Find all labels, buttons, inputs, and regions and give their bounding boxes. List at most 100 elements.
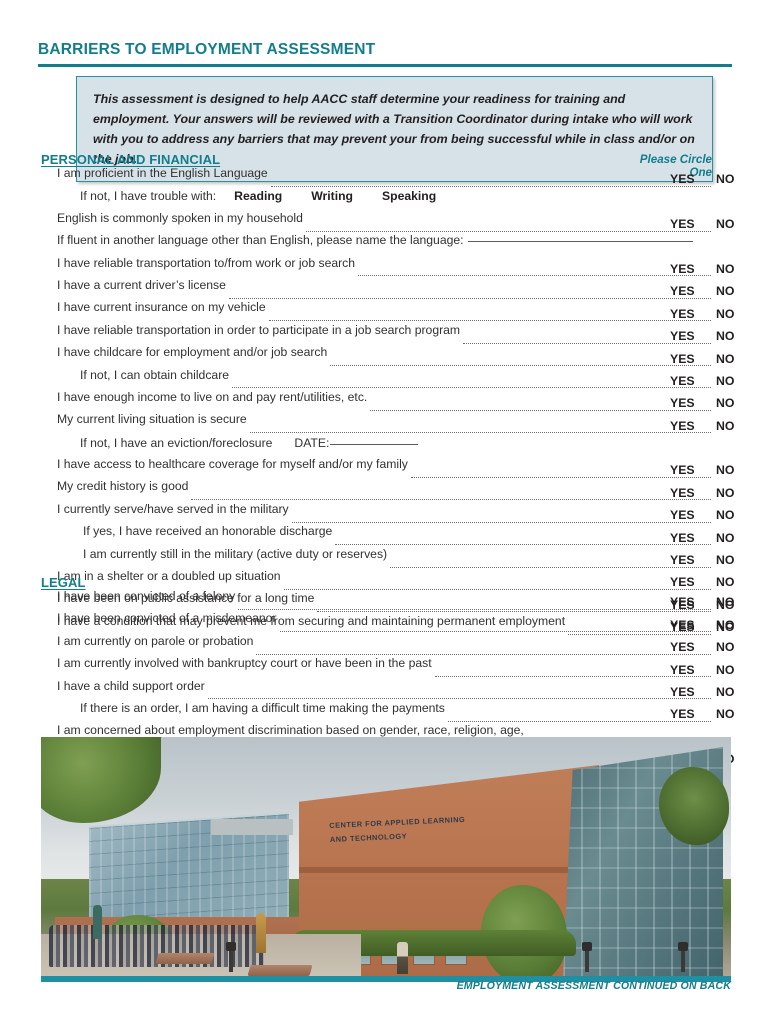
answer-no[interactable]: NO bbox=[716, 217, 756, 231]
question-text: I am concerned about employment discrimi… bbox=[57, 723, 524, 738]
answer-no[interactable]: NO bbox=[716, 508, 756, 522]
fill-in-blank-line[interactable] bbox=[330, 443, 419, 445]
dot-leader bbox=[207, 698, 711, 700]
answer-yes[interactable]: YES bbox=[670, 508, 716, 522]
section-heading-legal: LEGAL bbox=[41, 575, 86, 590]
dot-leader bbox=[305, 230, 711, 232]
section-heading-personal-and-financial: PERSONAL AND FINANCIAL bbox=[41, 152, 221, 167]
question-row: My current living situation is secure YES… bbox=[0, 412, 770, 435]
answer-no[interactable]: NO bbox=[716, 618, 756, 632]
photo-tree bbox=[659, 767, 729, 845]
answer-no[interactable]: NO bbox=[716, 575, 756, 589]
dot-leader bbox=[390, 566, 711, 568]
photo-sculpture bbox=[256, 913, 266, 953]
answer-yes[interactable]: YES bbox=[670, 486, 716, 500]
question-text: I am currently involved with bankruptcy … bbox=[57, 656, 432, 671]
photo-building-band bbox=[299, 867, 599, 873]
answer-no[interactable]: NO bbox=[716, 374, 756, 388]
answer-options: YESNO bbox=[670, 463, 770, 477]
answer-yes[interactable]: YES bbox=[670, 396, 716, 410]
choice-option[interactable]: Speaking bbox=[382, 189, 436, 203]
question-row: I am currently still in the military (ac… bbox=[0, 547, 770, 570]
answer-options: YESNO bbox=[670, 419, 770, 433]
question-text: If not, I have an eviction/foreclosure bbox=[80, 435, 273, 450]
question-row: I am currently involved with bankruptcy … bbox=[0, 656, 770, 679]
answer-no[interactable]: NO bbox=[716, 640, 756, 654]
dot-leader bbox=[330, 365, 711, 367]
answer-yes[interactable]: YES bbox=[670, 553, 716, 567]
answer-yes[interactable]: YES bbox=[670, 329, 716, 343]
question-list-personal-and-financial: I am proficient in the English Language Y… bbox=[0, 166, 770, 637]
answer-yes[interactable]: YES bbox=[670, 685, 716, 699]
question-text: I am currently on parole or probation bbox=[57, 633, 254, 648]
dot-leader bbox=[335, 544, 711, 546]
question-text: I have a current driver’s license bbox=[57, 277, 226, 292]
answer-no[interactable]: NO bbox=[716, 307, 756, 321]
photo-lamp-post bbox=[582, 942, 592, 972]
answer-no[interactable]: NO bbox=[716, 396, 756, 410]
question-row: If not, I have an eviction/foreclosure DA… bbox=[0, 436, 770, 458]
answer-no[interactable]: NO bbox=[716, 329, 756, 343]
dot-leader bbox=[358, 275, 711, 277]
answer-yes[interactable]: YES bbox=[670, 663, 716, 677]
photo-bench bbox=[155, 953, 215, 964]
answer-no[interactable]: NO bbox=[716, 486, 756, 500]
choice-option[interactable]: Reading bbox=[234, 189, 282, 203]
answer-no[interactable]: NO bbox=[716, 685, 756, 699]
answer-yes[interactable]: YES bbox=[670, 352, 716, 366]
photo-bench bbox=[247, 965, 313, 976]
answer-no[interactable]: NO bbox=[716, 284, 756, 298]
choice-option[interactable]: Writing bbox=[311, 189, 353, 203]
question-row: I have reliable transportation to/from w… bbox=[0, 255, 770, 279]
dot-leader bbox=[256, 653, 711, 655]
footer-continued-note: EMPLOYMENT ASSESSMENT CONTINUED ON BACK bbox=[456, 980, 731, 992]
answer-no[interactable]: NO bbox=[716, 419, 756, 433]
answer-options: YESNO bbox=[670, 374, 770, 388]
question-text: I am proficient in the English Language bbox=[57, 166, 268, 180]
answer-no[interactable]: NO bbox=[716, 352, 756, 366]
fill-in-blank-line[interactable] bbox=[467, 241, 693, 243]
question-text: I have current insurance on my vehicle bbox=[57, 300, 266, 315]
answer-yes[interactable]: YES bbox=[670, 595, 716, 609]
dot-leader bbox=[439, 208, 711, 209]
answer-options: YESNO bbox=[670, 486, 770, 500]
answer-yes[interactable]: YES bbox=[670, 284, 716, 298]
answer-no[interactable]: NO bbox=[716, 531, 756, 545]
answer-no[interactable]: NO bbox=[716, 707, 756, 721]
answer-no[interactable]: NO bbox=[716, 553, 756, 567]
dot-leader bbox=[228, 297, 711, 299]
question-row: I have access to healthcare coverage for… bbox=[0, 457, 770, 480]
question-text: I am in a shelter or a doubled up situat… bbox=[57, 569, 281, 584]
answer-options: YESNO bbox=[670, 508, 770, 522]
answer-yes[interactable]: YES bbox=[670, 640, 716, 654]
dot-leader bbox=[370, 409, 711, 411]
question-row: I have been convicted of a felony YES NO bbox=[0, 589, 770, 612]
answer-yes[interactable]: YES bbox=[670, 374, 716, 388]
question-text: I have reliable transportation in order … bbox=[57, 322, 461, 337]
answer-no[interactable]: NO bbox=[716, 463, 756, 477]
answer-yes[interactable]: YES bbox=[670, 618, 716, 632]
answer-no[interactable]: NO bbox=[716, 663, 756, 677]
dot-leader bbox=[270, 185, 711, 187]
question-text: I have reliable transportation to/from w… bbox=[57, 255, 356, 270]
answer-yes[interactable]: YES bbox=[670, 262, 716, 276]
answer-options: YESNO bbox=[670, 217, 770, 231]
answer-yes[interactable]: YES bbox=[670, 463, 716, 477]
dot-leader bbox=[421, 455, 711, 456]
answer-no[interactable]: NO bbox=[716, 595, 756, 609]
answer-yes[interactable]: YES bbox=[670, 217, 716, 231]
question-row: I am currently on parole or probation YES… bbox=[0, 633, 770, 657]
answer-no[interactable]: NO bbox=[716, 262, 756, 276]
question-text: If fluent in another language other than… bbox=[57, 233, 464, 248]
answer-no[interactable]: NO bbox=[716, 172, 756, 186]
answer-yes[interactable]: YES bbox=[670, 531, 716, 545]
answer-yes[interactable]: YES bbox=[670, 172, 716, 186]
answer-yes[interactable]: YES bbox=[670, 707, 716, 721]
dot-leader bbox=[268, 320, 711, 322]
answer-yes[interactable]: YES bbox=[670, 307, 716, 321]
answer-yes[interactable]: YES bbox=[670, 419, 716, 433]
answer-yes[interactable]: YES bbox=[670, 575, 716, 589]
question-text: If not, I can obtain childcare bbox=[80, 367, 230, 382]
date-label: DATE: bbox=[294, 435, 330, 450]
dot-leader bbox=[279, 631, 711, 633]
